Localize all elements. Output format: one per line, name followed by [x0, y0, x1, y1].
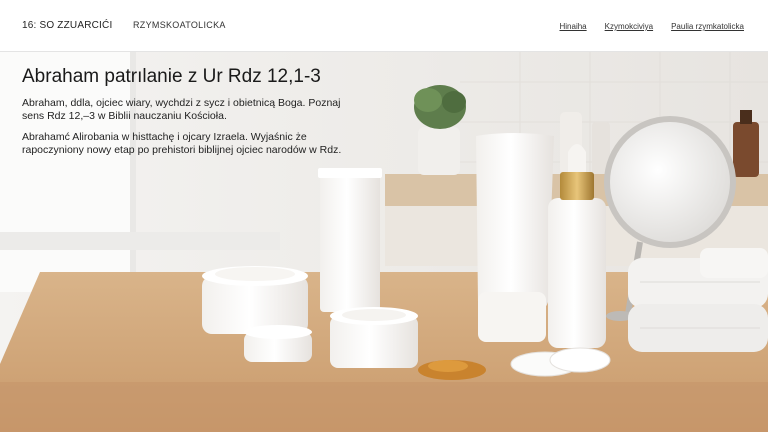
main-nav: Hinaiha Kzymokciviya Paulia rzymkatolick…	[559, 22, 744, 31]
nav-link-3[interactable]: Paulia rzymkatolicka	[671, 22, 744, 31]
nav-link-1[interactable]: Hinaiha	[559, 22, 586, 31]
top-navigation-bar: 16: SO ZZUARCIĆI RZYMSKOATOLICKA Hinaiha…	[0, 0, 768, 52]
header-left-text: 16: SO ZZUARCIĆI	[22, 20, 113, 31]
hero-paragraph-2: Abrahamć Alirobania w histtachę i ojcary…	[22, 131, 342, 156]
hero-title: Abraham patrılanie z Ur Rdz 12,1-3	[22, 66, 321, 87]
hero-paragraph-1: Abraham, ddla, ojciec wiary, wychdzi z s…	[22, 97, 341, 122]
nav-link-2[interactable]: Kzymokciviya	[605, 22, 653, 31]
brand-name[interactable]: RZYMSKOATOLICKA	[133, 20, 226, 30]
